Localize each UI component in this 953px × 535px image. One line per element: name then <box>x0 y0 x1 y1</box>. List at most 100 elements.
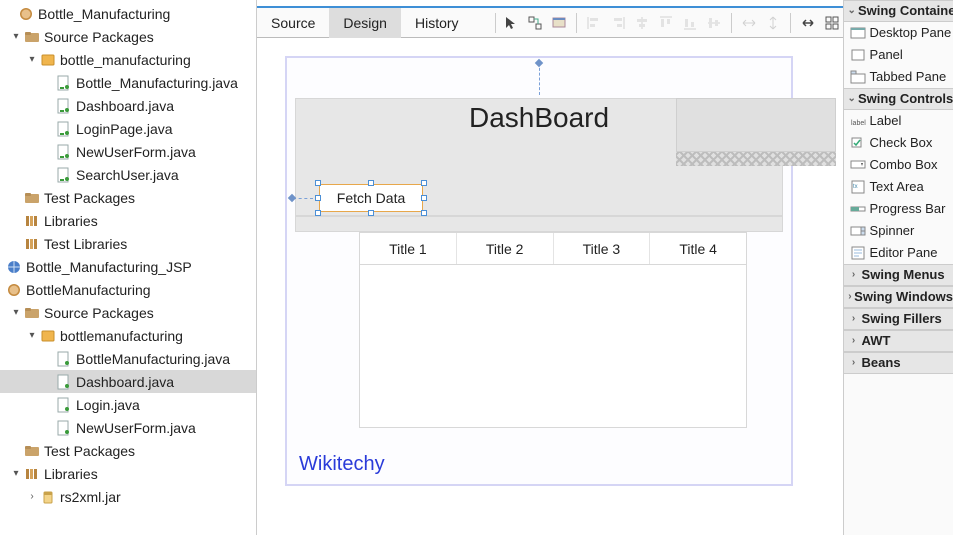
tree-node-project[interactable]: BottleManufacturing <box>0 278 256 301</box>
connection-mode-icon[interactable] <box>524 12 546 34</box>
align-left-icon[interactable] <box>583 12 605 34</box>
table-column-header[interactable]: Title 3 <box>554 233 651 264</box>
palette-category-windows[interactable]: ›Swing Windows <box>844 286 953 308</box>
tab-source[interactable]: Source <box>257 8 329 38</box>
tree-node-package[interactable]: ▾bottlemanufacturing <box>0 324 256 347</box>
tree-node-folder[interactable]: Test Packages <box>0 186 256 209</box>
preview-design-icon[interactable] <box>548 12 570 34</box>
tree-label: Bottle_Manufacturing.java <box>76 75 238 91</box>
jtable[interactable]: Title 1 Title 2 Title 3 Title 4 <box>359 232 747 428</box>
grid-icon[interactable] <box>821 12 843 34</box>
palette-item-label: Editor Pane <box>870 242 938 264</box>
tree-node-project[interactable]: Bottle_Manufacturing_JSP <box>0 255 256 278</box>
dashboard-title-label[interactable]: DashBoard <box>287 102 791 134</box>
category-label: Swing Menus <box>862 264 945 286</box>
palette-item-tabbed-pane[interactable]: Tabbed Pane <box>844 66 953 88</box>
palette-category-controls[interactable]: ⌄Swing Controls <box>844 88 953 110</box>
java-file-icon <box>56 351 72 367</box>
palette-item-combobox[interactable]: Combo Box <box>844 154 953 176</box>
tree-label: Source Packages <box>44 29 154 45</box>
projects-panel: Bottle_Manufacturing ▾ Source Packages ▾… <box>0 0 257 535</box>
selected-component[interactable]: Fetch Data <box>319 184 423 212</box>
align-center-v-icon[interactable] <box>703 12 725 34</box>
tree-node-folder[interactable]: Libraries <box>0 209 256 232</box>
table-column-header[interactable]: Title 1 <box>360 233 457 264</box>
palette-category-beans[interactable]: ›Beans <box>844 352 953 374</box>
resize-h-icon[interactable] <box>738 12 760 34</box>
tree-node-file[interactable]: Dashboard.java <box>0 94 256 117</box>
tree-node-file[interactable]: BottleManufacturing.java <box>0 347 256 370</box>
palette-category-fillers[interactable]: ›Swing Fillers <box>844 308 953 330</box>
tree-node-folder[interactable]: Test Libraries <box>0 232 256 255</box>
palette-category-menus[interactable]: ›Swing Menus <box>844 264 953 286</box>
palette-item-progressbar[interactable]: Progress Bar <box>844 198 953 220</box>
jpanel[interactable] <box>295 216 783 232</box>
java-file-icon <box>56 397 72 413</box>
tree-node-file[interactable]: Login.java <box>0 393 256 416</box>
tree-node-file[interactable]: SearchUser.java <box>0 163 256 186</box>
tab-history[interactable]: History <box>401 8 473 38</box>
tree-label: Source Packages <box>44 305 154 321</box>
tree-node-folder[interactable]: Test Packages <box>0 439 256 462</box>
resize-v-icon[interactable] <box>762 12 784 34</box>
tree-node-project[interactable]: Bottle_Manufacturing <box>0 2 256 25</box>
design-canvas-area[interactable]: DashBoard Fetch Data Title 1 Title 2 <box>257 38 843 535</box>
palette-item-checkbox[interactable]: Check Box <box>844 132 953 154</box>
chevron-right-icon: › <box>848 264 860 286</box>
chevron-down-icon[interactable]: ▾ <box>10 307 22 318</box>
tree-label: Test Packages <box>44 190 135 206</box>
libraries-icon <box>24 213 40 229</box>
tree-node-file[interactable]: Bottle_Manufacturing.java <box>0 71 256 94</box>
palette-item-textarea[interactable]: txText Area <box>844 176 953 198</box>
tree-node-folder[interactable]: ▾Libraries <box>0 462 256 485</box>
tree-node-jar[interactable]: ›rs2xml.jar <box>0 485 256 508</box>
category-label: Swing Controls <box>858 88 953 110</box>
jframe-canvas[interactable]: DashBoard Fetch Data Title 1 Title 2 <box>285 56 793 486</box>
tree-node-file-selected[interactable]: Dashboard.java <box>0 370 256 393</box>
expand-icon[interactable] <box>797 12 819 34</box>
table-column-header[interactable]: Title 4 <box>650 233 746 264</box>
palette-category-containers[interactable]: ⌄Swing Containers <box>844 0 953 22</box>
chevron-down-icon[interactable]: ▾ <box>26 330 38 341</box>
align-bottom-icon[interactable] <box>679 12 701 34</box>
alignment-guide <box>539 63 540 95</box>
tree-node-file[interactable]: LoginPage.java <box>0 117 256 140</box>
table-column-header[interactable]: Title 2 <box>457 233 554 264</box>
project-tree[interactable]: Bottle_Manufacturing ▾ Source Packages ▾… <box>0 0 256 508</box>
folder-icon <box>24 190 40 206</box>
table-header: Title 1 Title 2 Title 3 Title 4 <box>360 233 746 265</box>
tree-node-file[interactable]: NewUserForm.java <box>0 416 256 439</box>
palette-item-panel[interactable]: Panel <box>844 44 953 66</box>
palette-item-editorpane[interactable]: Editor Pane <box>844 242 953 264</box>
selection-mode-icon[interactable] <box>500 12 522 34</box>
align-top-icon[interactable] <box>655 12 677 34</box>
palette-item-desktop-pane[interactable]: Desktop Pane <box>844 22 953 44</box>
editor-panel: Source Design History <box>257 0 844 535</box>
palette-item-label: Check Box <box>870 132 933 154</box>
resize-handle[interactable] <box>315 180 321 186</box>
resize-handle[interactable] <box>368 180 374 186</box>
align-right-icon[interactable] <box>607 12 629 34</box>
libraries-icon <box>24 236 40 252</box>
resize-handle[interactable] <box>315 195 321 201</box>
tree-node-package[interactable]: ▾ bottle_manufacturing <box>0 48 256 71</box>
fetch-data-button[interactable]: Fetch Data <box>319 184 423 212</box>
palette-category-awt[interactable]: ›AWT <box>844 330 953 352</box>
palette-item-label[interactable]: labelLabel <box>844 110 953 132</box>
align-center-h-icon[interactable] <box>631 12 653 34</box>
resize-handle[interactable] <box>421 180 427 186</box>
chevron-down-icon[interactable]: ▾ <box>26 54 38 65</box>
java-file-icon <box>56 121 72 137</box>
chevron-down-icon[interactable]: ▾ <box>10 468 22 479</box>
tree-node-file[interactable]: NewUserForm.java <box>0 140 256 163</box>
tree-node-folder[interactable]: ▾ Source Packages <box>0 25 256 48</box>
chevron-down-icon: ⌄ <box>848 0 856 22</box>
chevron-right-icon[interactable]: › <box>26 491 38 502</box>
tree-node-folder[interactable]: ▾ Source Packages <box>0 301 256 324</box>
chevron-down-icon[interactable]: ▾ <box>10 31 22 42</box>
palette-item-spinner[interactable]: Spinner <box>844 220 953 242</box>
resize-handle[interactable] <box>421 195 427 201</box>
tab-design[interactable]: Design <box>329 8 401 38</box>
tree-label: Bottle_Manufacturing <box>38 6 170 22</box>
palette-item-label: Progress Bar <box>870 198 946 220</box>
